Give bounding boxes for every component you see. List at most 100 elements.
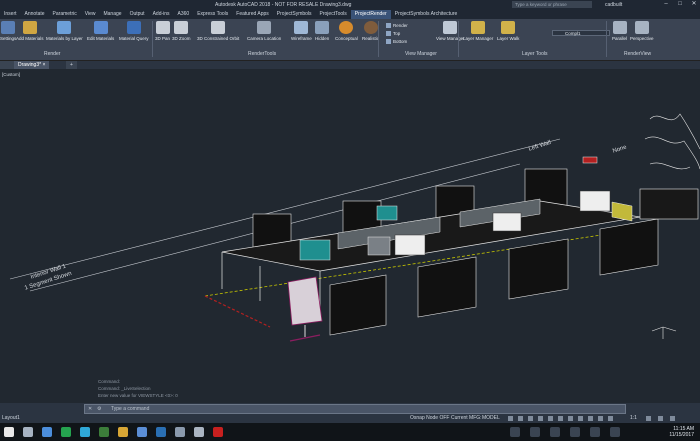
annotation-icon[interactable] <box>608 416 613 421</box>
tab-drawing3[interactable]: Drawing3* × <box>14 61 50 69</box>
isodraft-icon[interactable] <box>548 416 553 421</box>
settings-button[interactable]: Settings <box>0 21 16 41</box>
ortho-icon[interactable] <box>528 416 533 421</box>
add-materials-button[interactable]: Add Materials <box>16 21 44 41</box>
search-icon[interactable] <box>23 427 33 437</box>
explorer-icon[interactable] <box>118 427 128 437</box>
selection-cycling-icon[interactable] <box>598 416 603 421</box>
parallel-button[interactable]: Parallel <box>612 21 627 41</box>
command-line[interactable]: ✕ ⚙ Type a command <box>84 404 626 414</box>
menu-item-projectrender[interactable]: ProjectRender <box>350 10 391 19</box>
grid-icon[interactable] <box>508 416 513 421</box>
menu-item-projectsymbols[interactable]: ProjectSymbols <box>273 10 316 19</box>
tray-icon[interactable] <box>530 427 540 437</box>
browser-icon[interactable] <box>42 427 52 437</box>
menu-item-express-tools[interactable]: Express Tools <box>193 10 232 19</box>
hidden-button[interactable]: Hidden <box>315 21 329 41</box>
menu-item-parametric[interactable]: Parametric <box>49 10 81 19</box>
whatsapp-icon[interactable] <box>61 427 71 437</box>
word-icon[interactable] <box>137 427 147 437</box>
tray-icon[interactable] <box>510 427 520 437</box>
outlook-icon[interactable] <box>156 427 166 437</box>
tray-icon[interactable] <box>570 427 580 437</box>
app-icon[interactable] <box>194 427 204 437</box>
drawing-canvas[interactable] <box>0 69 700 403</box>
ribbon-separator <box>152 21 153 57</box>
material-query-button[interactable]: Material Query <box>119 21 149 41</box>
perspective-button[interactable]: Perspective <box>630 21 654 41</box>
close-icon[interactable]: ✕ <box>88 406 92 412</box>
model-button[interactable]: MODEL <box>482 415 500 421</box>
autocad-icon[interactable] <box>213 427 223 437</box>
layer-walk-button[interactable]: Layer Walk <box>497 21 519 41</box>
taskbar-clock[interactable]: 11:15 AM 11/15/2017 <box>669 426 694 438</box>
workspace-icon[interactable] <box>646 416 651 421</box>
materials-by-layer-button[interactable]: Materials by Layer <box>46 21 83 41</box>
edit-materials-button[interactable]: Edit Materials <box>87 21 114 41</box>
menu-item-add-ins[interactable]: Add-ins <box>149 10 174 19</box>
menu-item-a360[interactable]: A360 <box>174 10 194 19</box>
command-history: Command: Command: _LiveSelection Enter n… <box>98 379 178 398</box>
menu-item-projecttools[interactable]: ProjectTools <box>316 10 351 19</box>
ucs-icon <box>651 326 677 339</box>
snap-icon[interactable] <box>518 416 523 421</box>
edge-icon[interactable] <box>80 427 90 437</box>
maximize-icon[interactable]: □ <box>676 1 684 8</box>
start-icon[interactable] <box>4 427 14 437</box>
window-title: Autodesk AutoCAD 2018 - NOT FOR RESALE D… <box>215 2 352 8</box>
layer-manager-button[interactable]: Layer Manager <box>463 21 493 41</box>
realistic-button[interactable]: Realistic <box>362 21 379 41</box>
menu-item-manage[interactable]: Manage <box>99 10 125 19</box>
menu-item-projectsymbols-architecture[interactable]: ProjectSymbols Architecture <box>391 10 462 19</box>
customization-icon[interactable] <box>658 416 663 421</box>
menu-item-output[interactable]: Output <box>126 10 149 19</box>
3d-zoom-button[interactable]: 3D Zoom <box>172 21 191 41</box>
view-top-item[interactable]: Top <box>386 31 400 36</box>
3d-pan-button[interactable]: 3D Pan <box>155 21 170 41</box>
menu-item-featured-apps[interactable]: Featured Apps <box>232 10 273 19</box>
osnap-status[interactable]: Osnap Node OFF <box>410 415 449 421</box>
viewport-caption[interactable]: [Custom] <box>2 72 20 77</box>
lineweight-icon[interactable] <box>578 416 583 421</box>
title-bar: Autodesk AutoCAD 2018 - NOT FOR RESALE D… <box>0 0 700 10</box>
search-input[interactable]: Type a keyword or phrase <box>512 1 592 8</box>
wireframe-button[interactable]: Wireframe <box>291 21 312 41</box>
view-bottom-item[interactable]: Bottom <box>386 39 407 44</box>
close-tab-icon[interactable]: × <box>42 62 45 68</box>
panel-title-rendertools: RenderTools <box>248 51 277 57</box>
close-icon[interactable]: ✕ <box>690 1 698 8</box>
osnap-icon[interactable] <box>558 416 563 421</box>
app-icon[interactable] <box>175 427 185 437</box>
polar-icon[interactable] <box>538 416 543 421</box>
conceptual-button[interactable]: Conceptual <box>335 21 358 41</box>
camera-location-button[interactable]: Camera Location <box>247 21 281 41</box>
view-manager-button[interactable]: View Manager <box>436 21 465 41</box>
scale-status[interactable]: 1:1 <box>630 415 637 421</box>
menu-item-view[interactable]: View <box>81 10 100 19</box>
current-mfg-status[interactable]: Current MFG: <box>451 415 482 421</box>
wrench-icon[interactable]: ⚙ <box>97 406 101 412</box>
layer-dropdown[interactable]: Compl1 <box>552 30 610 36</box>
ribbon-separator <box>378 21 379 57</box>
tab-layout1[interactable]: Layout1 <box>2 415 20 421</box>
tray-icon[interactable] <box>550 427 560 437</box>
view-render-item[interactable]: Render <box>386 23 408 28</box>
minimize-icon[interactable]: – <box>662 1 670 8</box>
panel-title-view-manager: View Manager <box>405 51 437 57</box>
tray-icon[interactable] <box>590 427 600 437</box>
excel-icon[interactable] <box>99 427 109 437</box>
menu-item-insert[interactable]: Insert <box>0 10 21 19</box>
status-bar: Layout1 Osnap Node OFF Current MFG: MODE… <box>0 414 700 423</box>
3d-constrained-orbit-button[interactable]: 3D Constrained Orbit <box>197 21 239 41</box>
menu-item-annotate[interactable]: Annotate <box>21 10 49 19</box>
model-space <box>9 113 700 342</box>
new-tab-button[interactable]: + <box>66 61 77 69</box>
user-name[interactable]: cadbuilt <box>605 2 622 8</box>
otrack-icon[interactable] <box>568 416 573 421</box>
transparency-icon[interactable] <box>588 416 593 421</box>
fullscreen-icon[interactable] <box>670 416 675 421</box>
command-input[interactable]: Type a command <box>111 406 149 412</box>
red-marker <box>582 156 598 164</box>
tray-icon[interactable] <box>610 427 620 437</box>
panel-title-renderview: RenderView <box>624 51 652 57</box>
